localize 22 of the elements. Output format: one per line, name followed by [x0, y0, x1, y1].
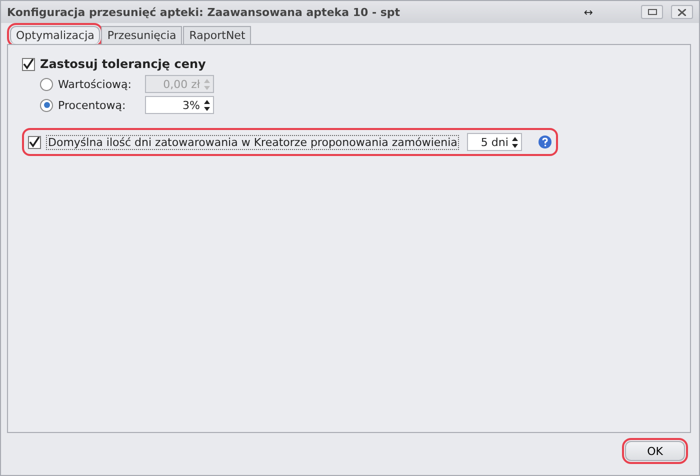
window-title: Konfiguracja przesunięć apteki: Zaawansowana apteka 10 - spt	[7, 6, 402, 18]
tab[interactable]: Przesunięcia	[101, 26, 182, 44]
checkbox[interactable]	[28, 136, 41, 148]
maximize-icon	[648, 9, 656, 15]
resize-cursor: ↔	[584, 6, 593, 18]
checkbox-label: Zastosuj tolerancję ceny	[40, 57, 206, 71]
spin-field[interactable]: 3%	[145, 96, 214, 114]
close-button[interactable]	[671, 5, 693, 19]
tab[interactable]: RaportNet	[183, 26, 252, 44]
maximize-button[interactable]	[641, 5, 663, 19]
radio-button[interactable]	[40, 98, 53, 112]
spin-arrows-icon[interactable]	[512, 136, 518, 148]
checkbox[interactable]	[22, 58, 35, 70]
help-icon[interactable]	[538, 135, 552, 149]
spin-field[interactable]: 5 dni	[467, 133, 522, 151]
ok-button[interactable]: OK	[625, 441, 685, 461]
close-icon	[678, 8, 686, 16]
radio-label: Procentową:	[58, 98, 127, 112]
radio-label: Wartościową:	[58, 78, 132, 90]
checkbox-label: Domyślna ilość dni zatowarowania w Kreatorze proponowania zamówienia	[46, 134, 460, 150]
tab[interactable]: Optymalizacja	[10, 26, 100, 44]
spin-arrows-icon[interactable]	[204, 100, 210, 110]
